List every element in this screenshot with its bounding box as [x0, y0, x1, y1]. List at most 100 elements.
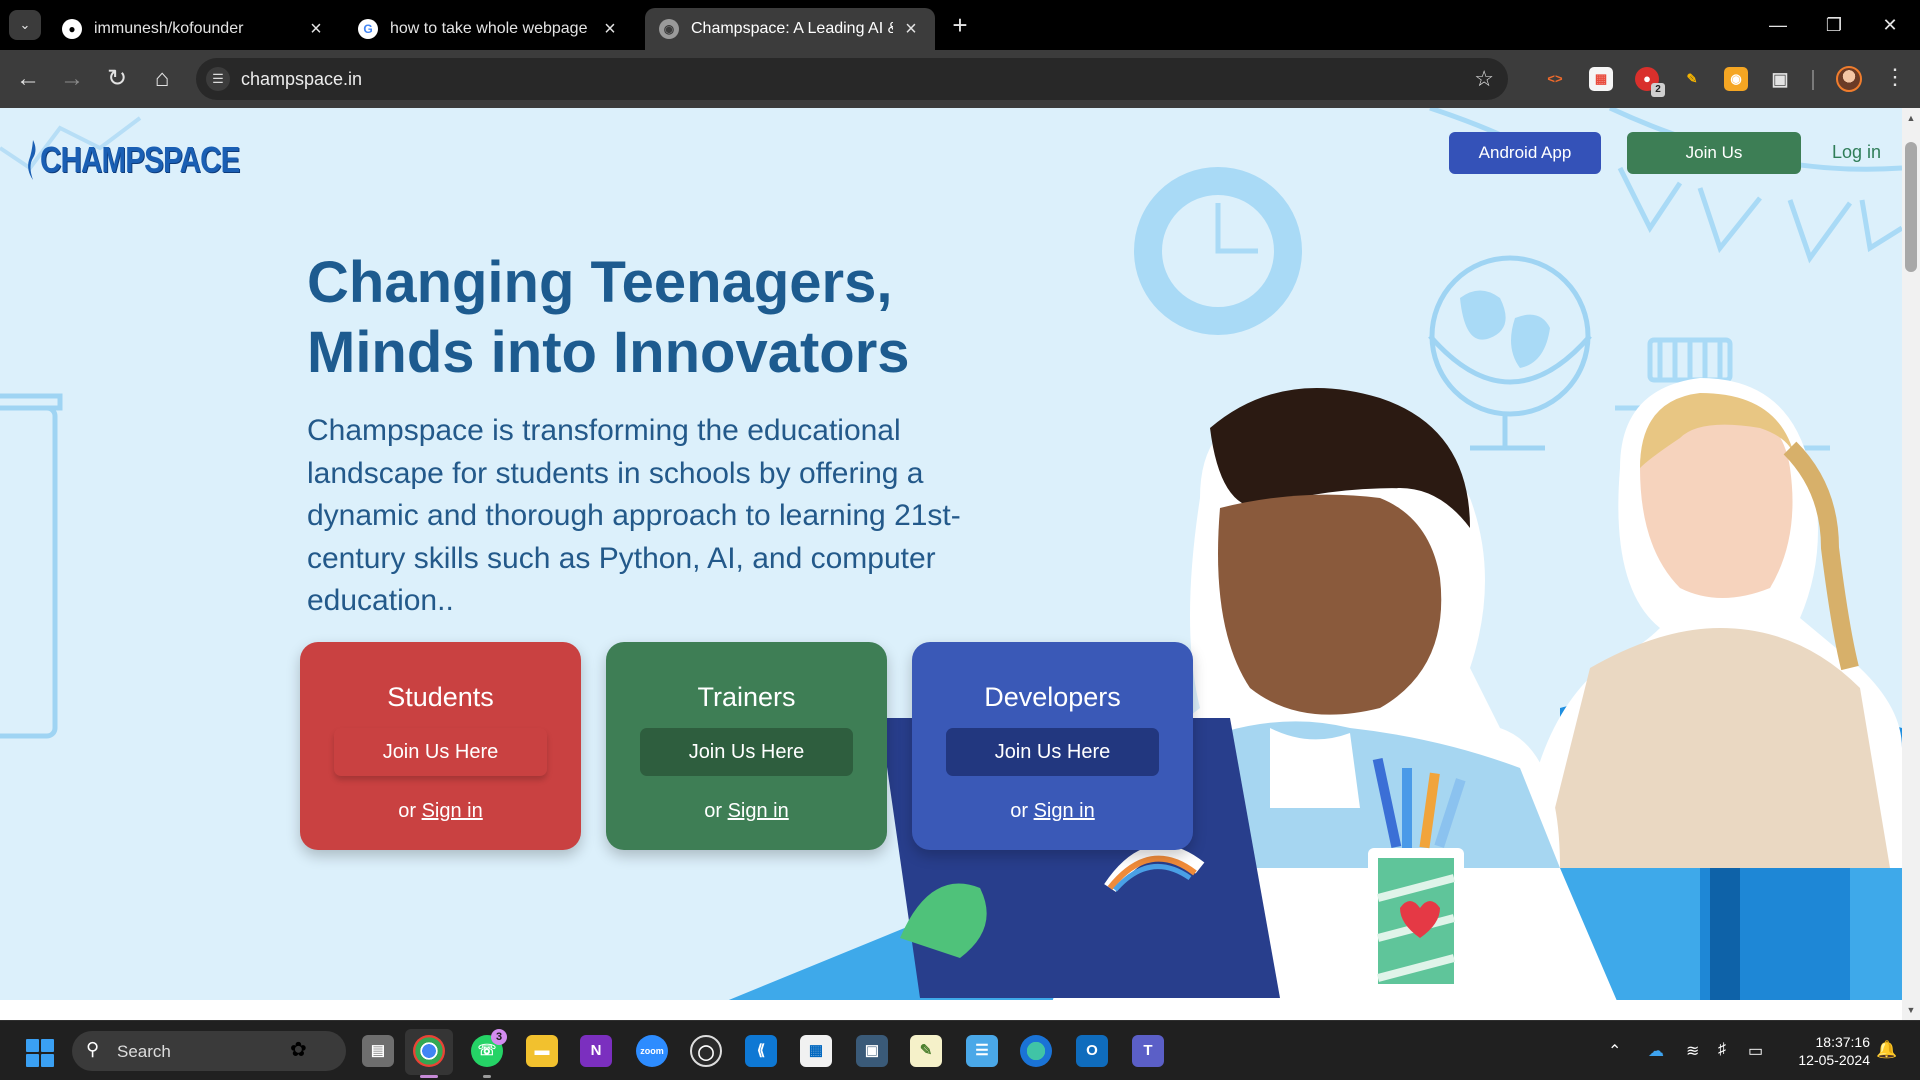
home-icon[interactable]: ⌂ — [147, 64, 177, 94]
developers-card: Developers Join Us Here or Sign in — [912, 642, 1193, 850]
taskbar-clock[interactable]: 18:37:16 12-05-2024 — [1780, 1033, 1870, 1069]
students-join-button[interactable]: Join Us Here — [334, 728, 547, 776]
zoom-icon[interactable]: zoom — [636, 1035, 668, 1067]
trainers-sign-in-link[interactable]: Sign in — [728, 800, 789, 822]
onenote-icon[interactable]: N — [580, 1035, 612, 1067]
photos-icon[interactable]: ▣ — [856, 1035, 888, 1067]
back-arrow-icon[interactable]: ← — [13, 64, 43, 94]
new-tab-plus-icon[interactable]: + — [946, 12, 974, 40]
notepad-icon[interactable]: ✎ — [910, 1035, 942, 1067]
restore-icon[interactable]: ❐ — [1814, 10, 1854, 40]
toolbar-divider — [1812, 70, 1814, 90]
minimize-icon[interactable]: — — [1758, 10, 1798, 40]
scrollbar-thumb[interactable] — [1905, 142, 1917, 272]
volume-icon[interactable]: ♯ — [1718, 1041, 1726, 1059]
url-text[interactable]: champspace.in — [241, 69, 362, 90]
obs-icon[interactable]: ◯ — [690, 1035, 722, 1067]
profile-avatar[interactable] — [1836, 66, 1862, 92]
address-bar[interactable]: ☰ champspace.in ☆ — [196, 58, 1508, 100]
bookmark-star-icon[interactable]: ☆ — [1474, 66, 1494, 92]
globe-icon: ◉ — [659, 19, 679, 39]
card-title: Developers — [984, 682, 1121, 712]
or-text: or — [1010, 800, 1029, 822]
close-window-icon[interactable]: ✕ — [1870, 10, 1910, 40]
whatsapp-running-indicator — [483, 1075, 491, 1078]
logo-flame-icon — [28, 140, 36, 180]
search-highlight-icon: ✿ — [290, 1039, 307, 1061]
vscode-icon[interactable]: ⟪ — [745, 1035, 777, 1067]
tab-champspace[interactable]: ◉ Champspace: A Leading AI & Py × — [645, 8, 935, 50]
page-scrollbar[interactable]: ▲ ▼ — [1902, 108, 1920, 1020]
card-title: Students — [387, 682, 494, 712]
or-text: or — [704, 800, 723, 822]
tab-title: immunesh/kofounder — [94, 20, 244, 37]
students-sign-in-link[interactable]: Sign in — [422, 800, 483, 822]
store-icon[interactable]: ▦ — [800, 1035, 832, 1067]
onedrive-icon[interactable]: ☁ — [1648, 1041, 1664, 1061]
scroll-down-arrow-icon[interactable]: ▼ — [1902, 1002, 1920, 1018]
card-signin-row: or Sign in — [912, 800, 1193, 823]
page-next-section — [0, 1000, 1902, 1020]
browser-tab-strip: ⌄ ● immunesh/kofounder × G how to take w… — [0, 0, 1920, 50]
wifi-icon[interactable]: ≋ — [1686, 1041, 1699, 1061]
edge-icon[interactable] — [1020, 1035, 1052, 1067]
android-app-button[interactable]: Android App — [1449, 132, 1601, 174]
close-tab-icon[interactable]: × — [306, 18, 326, 41]
puzzle-icon[interactable]: ▣ — [1768, 67, 1792, 91]
search-label: Search — [117, 1042, 171, 1061]
task-view-icon[interactable]: ▤ — [362, 1035, 394, 1067]
windows-start-icon[interactable] — [26, 1039, 54, 1067]
web-page: CHAMPSPACE Android App Join Us Log in Ch… — [0, 108, 1902, 1020]
pen-icon[interactable]: ✎ — [1680, 67, 1704, 91]
whatsapp-badge: 3 — [491, 1029, 507, 1045]
scroll-up-arrow-icon[interactable]: ▲ — [1902, 110, 1920, 126]
forward-arrow-icon[interactable]: → — [57, 64, 87, 94]
hero-title-line-2: Minds into Innovators — [307, 320, 910, 385]
trainers-join-button[interactable]: Join Us Here — [640, 728, 853, 776]
card-title: Trainers — [697, 682, 796, 712]
screenshot-icon[interactable]: ◉ — [1724, 67, 1748, 91]
card-signin-row: or Sign in — [606, 800, 887, 823]
taskbar-search-box[interactable]: ⚲ Search ✿ — [72, 1031, 346, 1071]
chrome-icon[interactable] — [413, 1035, 445, 1067]
logo-text: CHAMPSPACE — [40, 139, 240, 180]
champspace-logo[interactable]: CHAMPSPACE — [26, 136, 283, 184]
reload-icon[interactable]: ↻ — [102, 64, 132, 94]
chrome-running-indicator — [420, 1075, 438, 1078]
folder-icon[interactable]: ▬ — [526, 1035, 558, 1067]
site-info-icon[interactable]: ☰ — [206, 67, 230, 91]
developers-join-button[interactable]: Join Us Here — [946, 728, 1159, 776]
tab-google-search[interactable]: G how to take whole webpage sc × — [344, 8, 634, 50]
log-in-link[interactable]: Log in — [1832, 142, 1881, 163]
notes-icon[interactable]: ☰ — [966, 1035, 998, 1067]
join-us-button[interactable]: Join Us — [1627, 132, 1801, 174]
extension-badge: 2 — [1651, 83, 1665, 97]
card-signin-row: or Sign in — [300, 800, 581, 823]
close-tab-icon[interactable]: × — [600, 18, 620, 41]
browser-toolbar: ← → ↻ ⌂ ☰ champspace.in ☆ <> ▦ ● 2 ✎ ◉ ▣ … — [0, 50, 1920, 108]
show-hidden-icons-chevron-icon[interactable]: ⌃ — [1608, 1041, 1621, 1061]
tab-title: how to take whole webpage sc — [390, 20, 592, 37]
github-icon: ● — [62, 19, 82, 39]
battery-icon[interactable]: ▭ — [1748, 1041, 1763, 1061]
trainers-card: Trainers Join Us Here or Sign in — [606, 642, 887, 850]
calendar-icon[interactable]: ▦ — [1589, 67, 1613, 91]
students-card: Students Join Us Here or Sign in — [300, 642, 581, 850]
tab-github[interactable]: ● immunesh/kofounder × — [48, 8, 340, 50]
google-icon: G — [358, 19, 378, 39]
hero-title-line-1: Changing Teenagers, — [307, 250, 893, 315]
developers-sign-in-link[interactable]: Sign in — [1034, 800, 1095, 822]
clock-date: 12-05-2024 — [1798, 1052, 1870, 1068]
code-icon[interactable]: <> — [1543, 67, 1567, 91]
pdf-icon[interactable]: ● 2 — [1635, 67, 1665, 97]
menu-dots-icon[interactable]: ⋮ — [1884, 64, 1906, 90]
hero-title: Changing Teenagers, Minds into Innovator… — [307, 248, 1027, 388]
tab-search-chevron-icon[interactable]: ⌄ — [9, 10, 41, 40]
outlook-icon[interactable]: O — [1076, 1035, 1108, 1067]
clock-time: 18:37:16 — [1815, 1034, 1871, 1050]
close-tab-icon[interactable]: × — [901, 18, 921, 41]
teams-icon[interactable]: T — [1132, 1035, 1164, 1067]
or-text: or — [398, 800, 417, 822]
notification-bell-icon[interactable]: 🔔 — [1876, 1040, 1897, 1060]
windows-taskbar: ⚲ Search ✿ ▤ ☏ 3 ▬ N zoom ◯ ⟪ ▦ ▣ ✎ ☰ O … — [0, 1020, 1920, 1080]
